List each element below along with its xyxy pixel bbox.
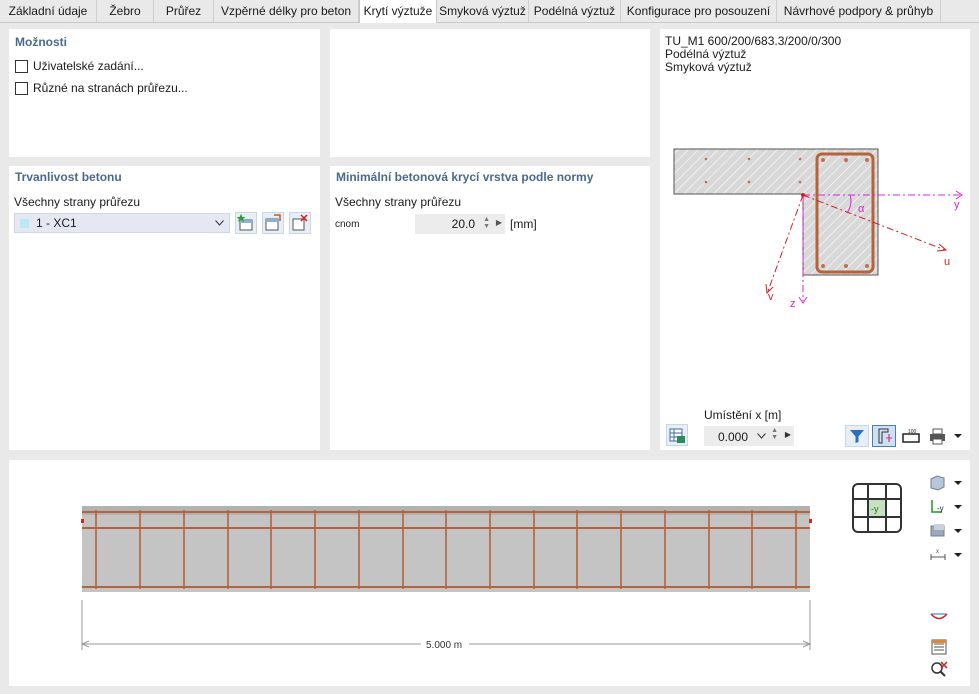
min-cover-title: Minimální betonová krycí vrstva podle no… [336, 170, 594, 184]
section-view-panel: TU_M1 600/200/683.3/200/0/300 Podélná vý… [660, 29, 970, 450]
scale-button[interactable]: 100 [899, 425, 923, 447]
tab-rib[interactable]: Žebro [97, 0, 154, 22]
cnom-unit: [mm] [510, 217, 537, 231]
cnom-value: 20.0 [451, 217, 475, 231]
axis-u-label: u [944, 256, 950, 268]
axis-z-label: z [790, 298, 796, 310]
export-section-button[interactable] [666, 424, 688, 446]
tab-supports-deflection[interactable]: Návrhové podpory & průhyb [777, 0, 941, 22]
user-input-label: Uživatelské zadání... [33, 59, 144, 73]
spin-arrows-icon[interactable]: ▲ ▼ [483, 216, 490, 230]
new-item-icon [236, 214, 253, 231]
arrow-right-icon[interactable]: ▶ [785, 430, 791, 439]
table-export-icon [669, 428, 685, 443]
view-cube-icon[interactable]: -y [851, 482, 903, 534]
exposure-class-select[interactable]: 1 - XC1 [14, 213, 230, 233]
tab-basic-data[interactable]: Základní údaje [0, 0, 97, 22]
min-cover-panel: Minimální betonová krycí vrstva podle no… [330, 166, 650, 450]
location-label: Umístění x [m] [704, 408, 782, 422]
tab-buckling-lengths[interactable]: Vzpěrné délky pro beton [214, 0, 359, 22]
edit-item-icon [265, 214, 281, 231]
beam-length-label: 5.000 m [426, 640, 462, 651]
section-table-button[interactable] [927, 636, 951, 658]
durability-title: Trvanlivost betonu [15, 170, 122, 184]
printer-icon [930, 428, 962, 445]
chevron-down-icon [215, 220, 224, 226]
dimension-icon: x [930, 549, 962, 560]
cnom-input[interactable]: 20.0 ▲ ▼ ▶ [415, 214, 505, 234]
deflection-button[interactable] [927, 606, 951, 628]
user-input-checkbox[interactable] [15, 60, 28, 73]
axis-v-label: v [768, 291, 774, 303]
tab-reinforcement-cover[interactable]: Krytí výztuže [359, 0, 437, 23]
svg-text:-y: -y [937, 504, 944, 513]
zoom-reset-button[interactable] [927, 658, 951, 680]
filter-icon [850, 430, 864, 443]
view-direction-button[interactable]: -y [927, 496, 965, 518]
spin-arrows-icon[interactable]: ▲ ▼ [771, 427, 778, 441]
render-mode-button[interactable] [927, 520, 965, 542]
axis-view-icon: -y [931, 500, 962, 513]
empty-panel [330, 29, 650, 157]
delete-exposure-button[interactable] [289, 212, 311, 234]
display-mode-button[interactable] [927, 472, 965, 494]
options-panel: Možnosti Uživatelské zadání... Různé na … [9, 29, 320, 157]
different-sides-label: Různé na stranách průřezu... [33, 81, 188, 95]
location-value: 0.000 [717, 430, 748, 444]
filter-button[interactable] [845, 425, 869, 447]
layers-icon [930, 524, 962, 537]
zoom-cancel-icon [931, 661, 948, 677]
different-sides-checkbox[interactable] [15, 82, 28, 95]
section-dims-button[interactable] [872, 425, 896, 447]
cube-display-icon [930, 475, 962, 491]
options-title: Možnosti [15, 35, 67, 49]
cnom-label: cnom [335, 219, 360, 230]
scale-100-icon: 100 [902, 429, 920, 443]
svg-text:100: 100 [908, 429, 917, 435]
edit-exposure-button[interactable] [262, 212, 284, 234]
deflection-curve-icon [930, 613, 948, 620]
print-button[interactable] [926, 425, 966, 447]
new-exposure-button[interactable] [235, 212, 257, 234]
tab-longitudinal-reinforcement[interactable]: Podélná výztuž [529, 0, 621, 22]
view-direction-label: -y [871, 504, 879, 514]
tab-cross-section[interactable]: Průřez [154, 0, 214, 22]
durability-all-sides-label: Všechny strany průřezu [14, 195, 141, 209]
tab-bar: Základní údaje Žebro Průřez Vzpěrné délk… [0, 0, 979, 23]
beam-drawing: 5.000 m [80, 506, 812, 651]
section-list-icon [931, 639, 947, 655]
beam-view-panel: 5.000 m -y -y x [9, 460, 970, 686]
arrow-right-icon[interactable]: ▶ [496, 218, 502, 227]
exposure-class-value: 1 - XC1 [36, 216, 77, 230]
tab-design-configuration[interactable]: Konfigurace pro posouzení [621, 0, 777, 22]
location-input[interactable]: 0.000 ▲ ▼ ▶ [704, 426, 794, 446]
chevron-down-icon[interactable] [757, 433, 766, 439]
section-dimension-icon [878, 428, 892, 444]
dimension-mode-button[interactable]: x [927, 544, 965, 566]
angle-alpha-label: α [858, 203, 865, 215]
tab-shear-reinforcement[interactable]: Smyková výztuž [437, 0, 529, 22]
svg-text:x: x [936, 549, 939, 555]
exposure-color-swatch [20, 219, 29, 228]
durability-panel: Trvanlivost betonu Všechny strany průřez… [9, 166, 320, 450]
delete-item-icon [292, 214, 308, 231]
min-cover-all-sides-label: Všechny strany průřezu [335, 195, 462, 209]
axis-y-label: y [954, 199, 960, 211]
cross-section-drawing: y z u v α [673, 148, 963, 310]
